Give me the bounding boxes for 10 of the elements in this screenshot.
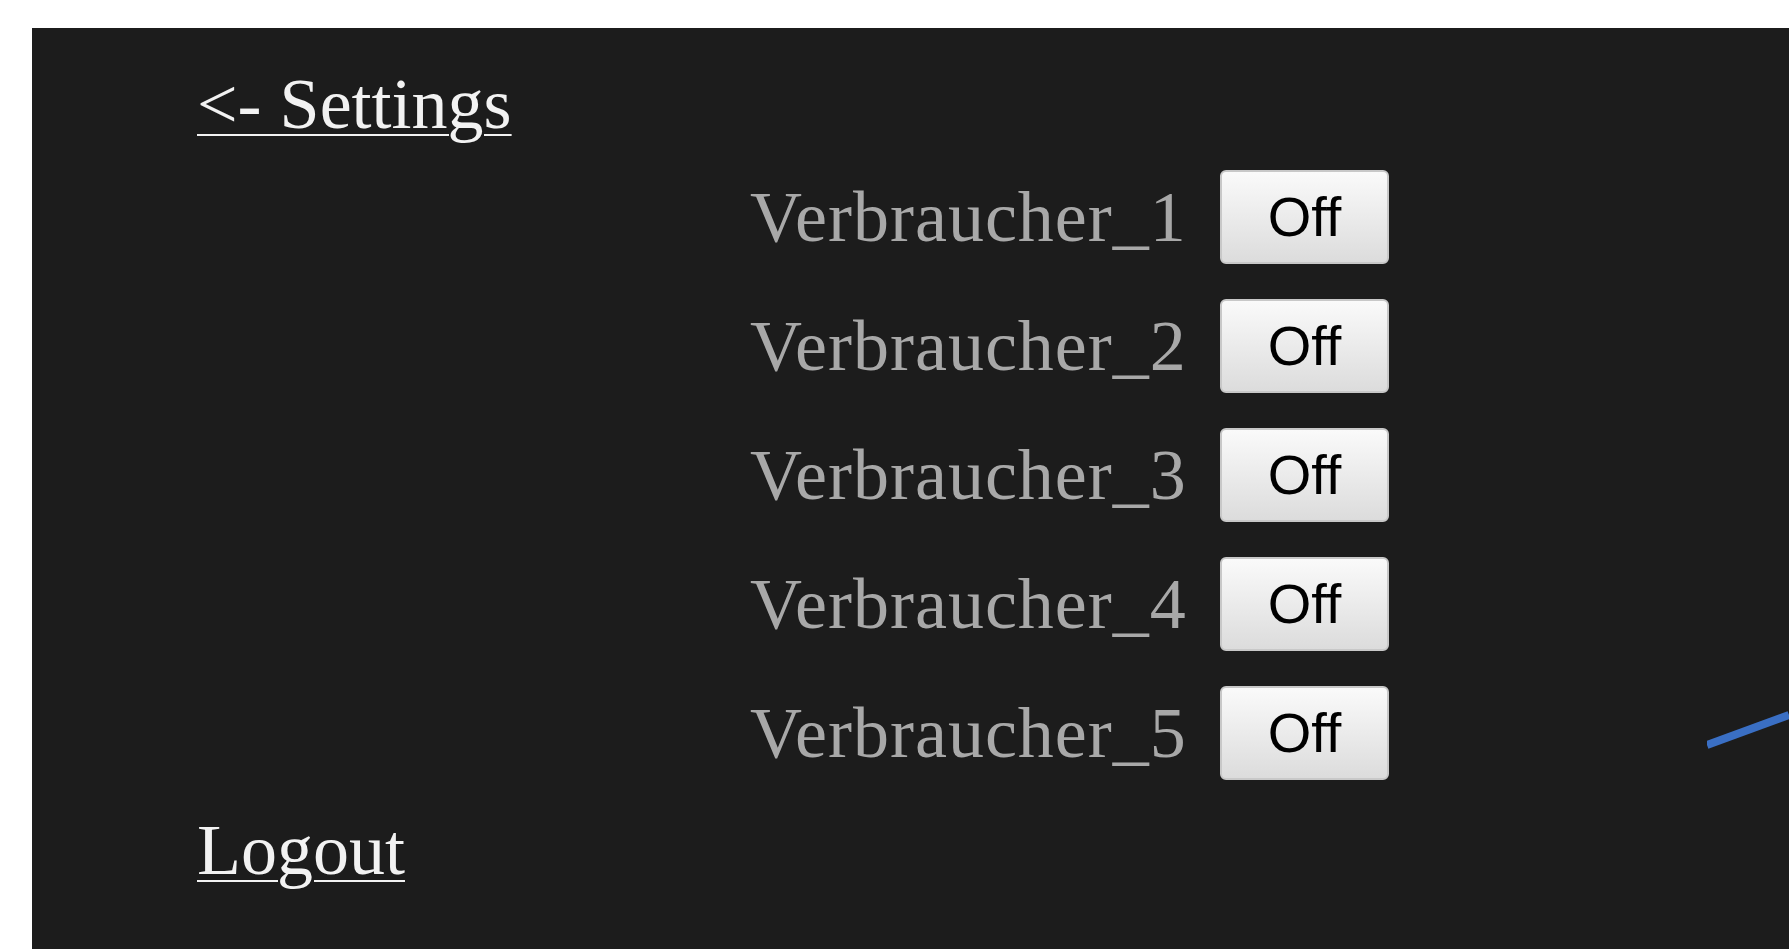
device-label: Verbraucher_1 xyxy=(750,181,1188,253)
toggle-button[interactable]: Off xyxy=(1220,170,1389,264)
device-label: Verbraucher_3 xyxy=(750,439,1188,511)
device-label: Verbraucher_4 xyxy=(750,568,1188,640)
device-label: Verbraucher_5 xyxy=(750,697,1188,769)
toggle-button[interactable]: Off xyxy=(1220,299,1389,393)
toggle-button[interactable]: Off xyxy=(1220,428,1389,522)
toggle-button[interactable]: Off xyxy=(1220,686,1389,780)
toggle-button[interactable]: Off xyxy=(1220,557,1389,651)
device-label: Verbraucher_2 xyxy=(750,310,1188,382)
